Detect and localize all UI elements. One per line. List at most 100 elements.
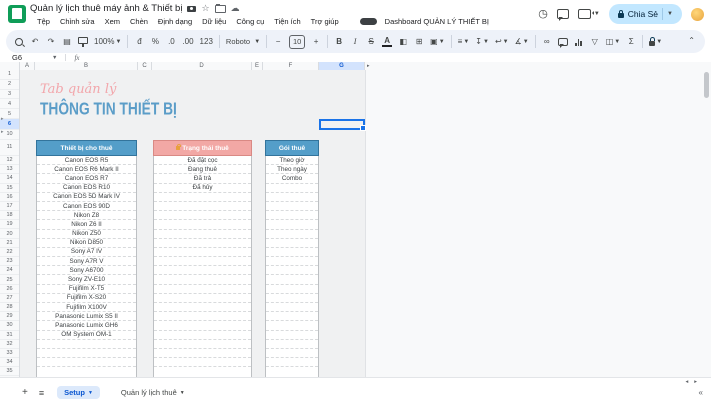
all-sheets-icon[interactable]: ≡: [39, 388, 43, 398]
row-header[interactable]: 32: [0, 340, 19, 349]
history-icon[interactable]: ◷: [538, 9, 548, 20]
status-cell[interactable]: Đã đặt cọc: [154, 156, 251, 165]
filter-icon[interactable]: ▽: [590, 38, 600, 46]
col-header-f[interactable]: F: [263, 62, 319, 70]
status-cell[interactable]: [154, 211, 251, 220]
meet-dropdown-icon[interactable]: ▼: [594, 11, 600, 17]
row-header[interactable]: 19: [0, 220, 19, 229]
share-dropdown-icon[interactable]: ▼: [667, 11, 673, 17]
row-header[interactable]: 25: [0, 275, 19, 284]
text-rotation-icon[interactable]: ∡▼: [515, 38, 529, 46]
side-panel-expand-icon[interactable]: «: [699, 388, 703, 397]
col-header-e[interactable]: E: [252, 62, 263, 70]
status-cell[interactable]: [154, 340, 251, 349]
status-cell[interactable]: [154, 358, 251, 367]
device-cell[interactable]: [37, 340, 136, 349]
device-cell[interactable]: Fujifilm X100V: [37, 303, 136, 312]
col-header-g[interactable]: G: [319, 62, 365, 70]
row-header[interactable]: 20: [0, 229, 19, 238]
menu-item[interactable]: Chèn: [125, 16, 153, 27]
device-cell[interactable]: Fujifilm X-S20: [37, 294, 136, 303]
redo-icon[interactable]: ↷: [46, 38, 56, 46]
col-header-b[interactable]: B: [35, 62, 138, 70]
borders-icon[interactable]: ⊞: [414, 38, 424, 46]
status-cell[interactable]: [154, 367, 251, 376]
fill-color-icon[interactable]: ◧: [398, 38, 408, 46]
vertical-align-icon[interactable]: ↧▼: [475, 38, 489, 46]
collapse-toolbar-icon[interactable]: ⌃: [688, 36, 695, 45]
comments-icon[interactable]: [557, 9, 569, 19]
package-cell[interactable]: [266, 257, 318, 266]
status-cell[interactable]: [154, 193, 251, 202]
package-cell[interactable]: [266, 184, 318, 193]
italic-icon[interactable]: I: [350, 38, 360, 46]
menu-item[interactable]: Xem: [100, 16, 125, 27]
name-box-dropdown-icon[interactable]: ▼: [52, 55, 57, 61]
package-cell[interactable]: Theo ngày: [266, 165, 318, 174]
device-cell[interactable]: Fujifilm X-T5: [37, 285, 136, 294]
decrease-decimal-icon[interactable]: .0: [166, 38, 176, 46]
package-cell[interactable]: [266, 358, 318, 367]
menu-item[interactable]: Dữ liệu: [197, 16, 231, 27]
protect-icon[interactable]: [649, 41, 655, 46]
document-title[interactable]: Quản lý lịch thuê máy ảnh & Thiết bị: [30, 3, 182, 14]
tab-quan-ly-lich-thue[interactable]: Quản lý lịch thuê▼: [114, 386, 192, 399]
row-header[interactable]: 11: [0, 140, 19, 156]
device-cell[interactable]: OM System OM-1: [37, 331, 136, 340]
row-header[interactable]: 14: [0, 174, 19, 183]
device-cell[interactable]: Panasonic Lumix GH6: [37, 321, 136, 330]
row-header[interactable]: 35: [0, 367, 19, 376]
currency-icon[interactable]: đ: [134, 38, 144, 46]
row-header[interactable]: 28: [0, 303, 19, 312]
percent-icon[interactable]: %: [150, 38, 160, 46]
row-header[interactable]: 23: [0, 257, 19, 266]
status-cell[interactable]: [154, 285, 251, 294]
package-cell[interactable]: [266, 285, 318, 294]
row-header[interactable]: 18: [0, 211, 19, 220]
menu-item[interactable]: Công cụ: [231, 16, 269, 27]
devices-table-header[interactable]: Thiết bị cho thuê: [36, 140, 137, 156]
col-header-a[interactable]: A: [20, 62, 35, 70]
package-cell[interactable]: [266, 230, 318, 239]
status-cell[interactable]: [154, 275, 251, 284]
package-cell[interactable]: [266, 193, 318, 202]
package-cell[interactable]: [266, 349, 318, 358]
status-cell[interactable]: [154, 331, 251, 340]
row-header[interactable]: 27: [0, 294, 19, 303]
status-cell[interactable]: [154, 230, 251, 239]
packages-table-header[interactable]: Gói thuê: [265, 140, 319, 156]
package-cell[interactable]: [266, 312, 318, 321]
increase-font-icon[interactable]: +: [311, 38, 321, 46]
star-icon[interactable]: ☆: [201, 4, 209, 13]
status-cell[interactable]: [154, 220, 251, 229]
package-cell[interactable]: Combo: [266, 174, 318, 183]
status-cell[interactable]: [154, 257, 251, 266]
menu-item[interactable]: Trợ giúp: [306, 16, 344, 27]
package-cell[interactable]: [266, 294, 318, 303]
device-cell[interactable]: Canon EOS R10: [37, 184, 136, 193]
device-cell[interactable]: Nikon Z6 II: [37, 220, 136, 229]
status-table-header[interactable]: Trạng thái thuê: [153, 140, 252, 156]
status-cell[interactable]: [154, 239, 251, 248]
text-color-icon[interactable]: A: [382, 37, 392, 47]
col-header-c[interactable]: C: [138, 62, 152, 70]
status-cell[interactable]: Đã hủy: [154, 184, 251, 193]
device-cell[interactable]: [37, 358, 136, 367]
menu-item[interactable]: Chỉnh sửa: [55, 16, 100, 27]
link-icon[interactable]: ∞: [542, 38, 552, 46]
device-cell[interactable]: Nikon Z8: [37, 211, 136, 220]
status-cell[interactable]: Đang thuê: [154, 165, 251, 174]
package-cell[interactable]: [266, 321, 318, 330]
menu-item[interactable]: Định dạng: [153, 16, 197, 27]
insert-comment-icon[interactable]: [558, 38, 568, 46]
row-header[interactable]: 2: [0, 80, 19, 90]
share-button[interactable]: Chia Sẻ ▼: [609, 4, 682, 24]
font-size-input[interactable]: 10: [289, 35, 305, 49]
table-views-icon[interactable]: ◫▼: [606, 38, 621, 46]
status-cell[interactable]: [154, 303, 251, 312]
name-box[interactable]: G6: [0, 53, 50, 62]
device-cell[interactable]: Panasonic Lumix S5 II: [37, 312, 136, 321]
row-header[interactable]: 21: [0, 239, 19, 248]
unhide-columns-icon[interactable]: ▸: [367, 62, 370, 70]
row-header[interactable]: 26: [0, 285, 19, 294]
